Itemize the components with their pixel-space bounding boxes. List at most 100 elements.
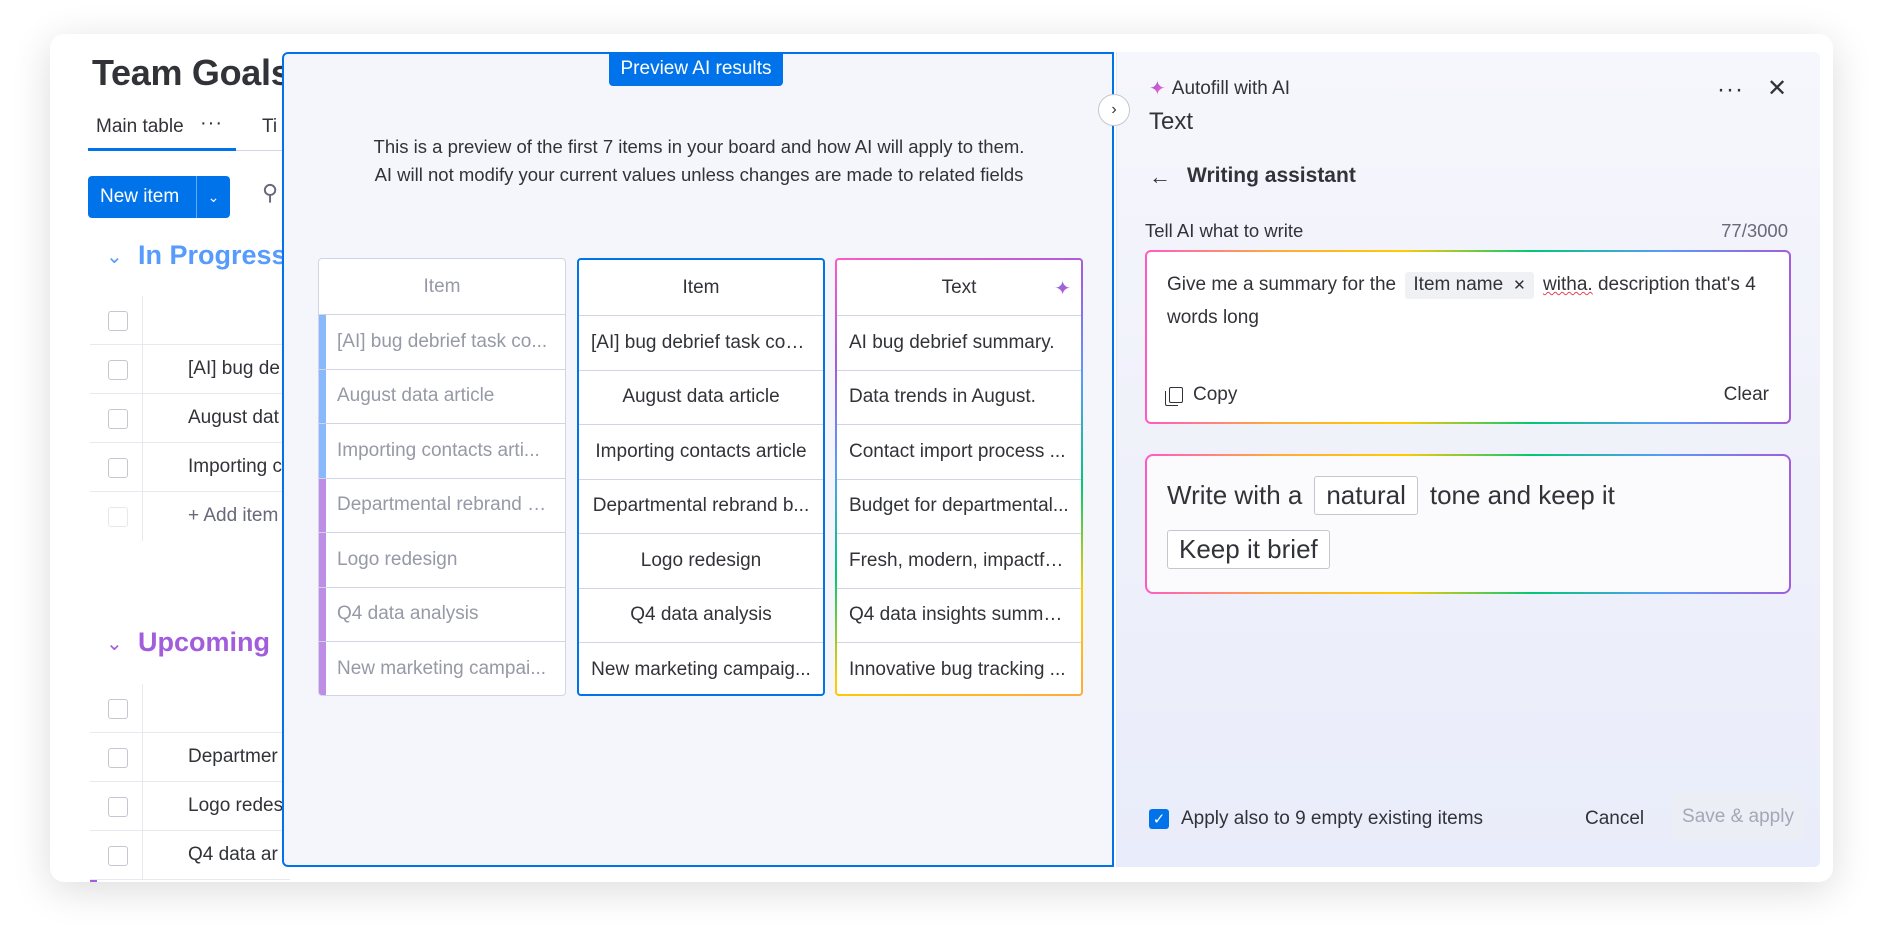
cell-text: August data article [337, 385, 495, 407]
group-collapse-icon[interactable]: ⌄ [106, 244, 123, 269]
cell-text: Data trends in August. [849, 386, 1036, 408]
cell-text: Logo redesign [640, 549, 762, 571]
row-checkbox[interactable] [108, 797, 128, 817]
autofill-label: Autofill with AI [1171, 77, 1291, 99]
row-checkbox[interactable] [108, 360, 128, 380]
search-icon[interactable]: ⚲ [262, 180, 278, 206]
tone-prefix: Write with a [1167, 480, 1303, 510]
preview-cell: Logo redesign [319, 533, 565, 588]
row-checkbox[interactable] [108, 846, 128, 866]
chevron-right-icon[interactable]: › [1098, 94, 1130, 126]
length-selector[interactable]: Keep it brief [1167, 530, 1330, 569]
cell-divider [142, 782, 143, 831]
preview-description-line2: AI will not modify your current values u… [374, 164, 1024, 185]
cell-text: Q4 data analysis [337, 603, 479, 625]
cell-divider [142, 733, 143, 782]
autofill-panel: ✦ Autofill with AI Text ··· ✕ ← Writing a… [1116, 52, 1820, 867]
board-title: Team Goals [92, 52, 291, 93]
close-icon[interactable]: ✕ [1767, 74, 1787, 103]
row-checkbox[interactable] [108, 748, 128, 768]
group-stripe [319, 369, 326, 423]
group-stripe [319, 478, 326, 532]
column-token-chip[interactable]: Item name ✕ [1405, 272, 1534, 299]
apply-empty-items-option[interactable]: ✓ Apply also to 9 empty existing items [1149, 808, 1483, 830]
table-row[interactable]: Logo redes [90, 782, 290, 831]
more-options-icon[interactable]: ··· [1717, 76, 1744, 104]
table-row[interactable]: Importing c [90, 443, 290, 492]
preview-panel: Preview AI results This is a preview of … [282, 52, 1114, 867]
select-all-checkbox[interactable] [108, 311, 128, 331]
apply-checkbox[interactable]: ✓ [1149, 809, 1169, 829]
row-name[interactable]: [AI] bug de [188, 358, 280, 380]
column-token-label: Item name [1413, 274, 1504, 295]
cancel-button[interactable]: Cancel [1585, 808, 1644, 830]
column-header: Text ✦ [837, 260, 1081, 316]
group-title-upcoming[interactable]: Upcoming [138, 627, 270, 658]
preview-cell: Budget for departmental... [837, 480, 1081, 534]
tone-sentence: Write with a natural tone and keep it [1167, 476, 1615, 515]
tone-settings: Write with a natural tone and keep it Ke… [1145, 454, 1791, 594]
group-stripe [319, 642, 326, 695]
character-count: 77/3000 [1721, 220, 1788, 241]
row-name[interactable]: August dat [188, 407, 279, 429]
app-window: Team Goals Main table ··· Ti New item ⌄ … [50, 34, 1833, 882]
row-name[interactable]: Logo redes [188, 795, 283, 817]
add-item-row[interactable]: + Add item [90, 492, 290, 541]
preview-cell: Innovative bug tracking ... [837, 643, 1081, 694]
table-row[interactable]: Q4 data ar [90, 831, 290, 880]
preview-cell: August data article [579, 371, 823, 425]
row-name[interactable]: Q4 data ar [188, 844, 278, 866]
tab-more-icon[interactable]: ··· [200, 112, 223, 135]
prompt-text-start: Give me a summary for the [1167, 274, 1397, 295]
table-row[interactable]: Departmer [90, 733, 290, 782]
row-name[interactable]: Departmer [188, 746, 278, 768]
cell-text: Departmental rebrand b... [337, 494, 553, 516]
new-item-button[interactable]: New item ⌄ [88, 176, 230, 218]
column-header: Item [319, 259, 565, 315]
ai-sparkle-icon: ✦ [1149, 78, 1166, 100]
preview-cell: Data trends in August. [837, 371, 1081, 425]
cell-text: Q4 data insights summa... [849, 604, 1069, 626]
remove-token-icon[interactable]: ✕ [1513, 277, 1526, 294]
ai-text-column: Text ✦ AI bug debrief summary. Data trend… [835, 258, 1083, 696]
prompt-input[interactable]: Give me a summary for the Item name ✕ wit… [1145, 250, 1791, 424]
cell-text: [AI] bug debrief task co... [337, 330, 548, 352]
save-apply-button[interactable]: Save & apply [1672, 794, 1804, 840]
add-item-link[interactable]: + Add item [188, 505, 278, 527]
table-row[interactable]: August dat [90, 394, 290, 443]
preview-cell: Q4 data insights summa... [837, 589, 1081, 643]
copy-button[interactable]: Copy [1165, 384, 1237, 406]
row-name[interactable]: Importing c [188, 456, 282, 478]
cell-divider [142, 684, 143, 733]
tab-timeline[interactable]: Ti [262, 116, 277, 138]
group-collapse-icon[interactable]: ⌄ [106, 631, 123, 656]
preview-cell: [AI] bug debrief task co... [319, 315, 565, 370]
preview-description-line1: This is a preview of the first 7 items i… [373, 136, 1025, 157]
chevron-down-icon[interactable]: ⌄ [197, 189, 230, 206]
row-checkbox [108, 507, 128, 527]
cell-text: Q4 data analysis [630, 604, 772, 626]
column-header-label: Text [941, 276, 977, 298]
preview-cell: Fresh, modern, impactful... [837, 534, 1081, 589]
cell-divider [142, 492, 143, 541]
preview-description: This is a preview of the first 7 items i… [284, 133, 1114, 189]
row-checkbox[interactable] [108, 409, 128, 429]
table-row[interactable]: [AI] bug de [90, 345, 290, 394]
cell-text: Departmental rebrand b... [592, 495, 810, 517]
preview-cell: [AI] bug debrief task con... [579, 316, 823, 371]
cell-divider [142, 296, 143, 345]
select-all-checkbox[interactable] [108, 699, 128, 719]
cell-text: Budget for departmental... [849, 495, 1069, 517]
group-title-in-progress[interactable]: In Progress [138, 240, 287, 271]
cell-divider [142, 394, 143, 443]
row-checkbox[interactable] [108, 458, 128, 478]
tab-main-table[interactable]: Main table [96, 116, 184, 138]
back-arrow-icon[interactable]: ← [1149, 164, 1171, 190]
cell-text: New marketing campaig... [591, 659, 811, 681]
preview-cell: Contact import process ... [837, 425, 1081, 480]
group-stripe [319, 424, 326, 478]
tone-selector[interactable]: natural [1314, 476, 1418, 515]
clear-button[interactable]: Clear [1724, 384, 1769, 406]
prompt-text[interactable]: Give me a summary for the Item name ✕ wit… [1167, 268, 1769, 334]
apply-label: Apply also to 9 empty existing items [1181, 808, 1484, 829]
